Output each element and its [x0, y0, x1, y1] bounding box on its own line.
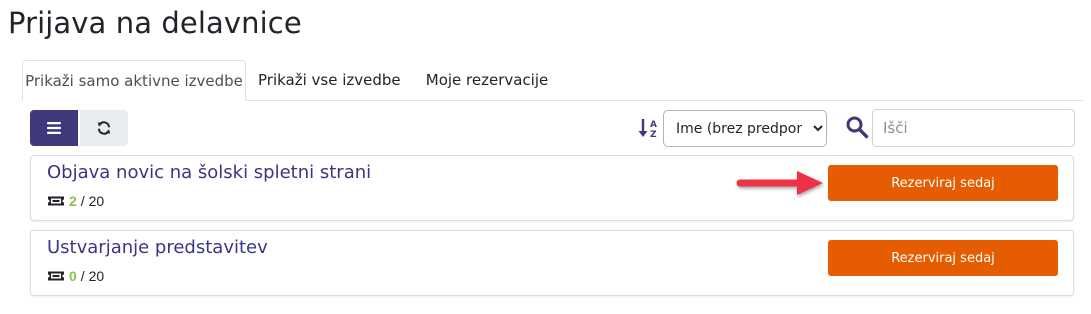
svg-text:Z: Z	[650, 130, 657, 139]
tab-bar: Prikaži samo aktivne izvedbe Prikaži vse…	[22, 60, 1083, 101]
list-view-button[interactable]	[30, 110, 78, 146]
ticket-icon	[48, 196, 64, 206]
reserve-button[interactable]: Rezerviraj sedaj	[828, 165, 1058, 201]
workshop-title[interactable]: Ustvarjanje predstavitev	[47, 237, 268, 258]
workshop-card: Objava novic na šolski spletni strani 2 …	[30, 155, 1074, 221]
annotation-arrow-icon	[736, 171, 823, 195]
search-icon[interactable]	[845, 115, 869, 139]
seats-info: 2 / 20	[47, 193, 104, 209]
workshop-title[interactable]: Objava novic na šolski spletni strani	[47, 162, 371, 183]
tab-my-reservations[interactable]: Moje rezervacije	[420, 60, 554, 100]
list-icon	[47, 122, 61, 134]
tab-active-sessions[interactable]: Prikaži samo aktivne izvedbe	[22, 60, 246, 101]
sort-select[interactable]: Ime (brez predpone)	[663, 110, 827, 147]
workshop-card: Ustvarjanje predstavitev 0 / 20 Rezervir…	[30, 230, 1074, 296]
seats-info: 0 / 20	[47, 268, 104, 284]
tab-all-sessions[interactable]: Prikaži vse izvedbe	[258, 60, 401, 100]
ticket-icon	[48, 271, 64, 281]
reserve-button[interactable]: Rezerviraj sedaj	[828, 240, 1058, 276]
sort-alpha-down-icon[interactable]: A Z	[638, 117, 660, 139]
refresh-button[interactable]	[80, 110, 128, 146]
seats-available: 2	[69, 193, 77, 209]
refresh-icon	[97, 121, 111, 135]
svg-text:A: A	[650, 120, 657, 130]
search-input[interactable]	[872, 109, 1075, 147]
seats-available: 0	[69, 268, 77, 284]
seats-total: / 20	[80, 193, 105, 209]
page-title: Prijava na delavnice	[8, 6, 302, 40]
seats-total: / 20	[80, 268, 105, 284]
